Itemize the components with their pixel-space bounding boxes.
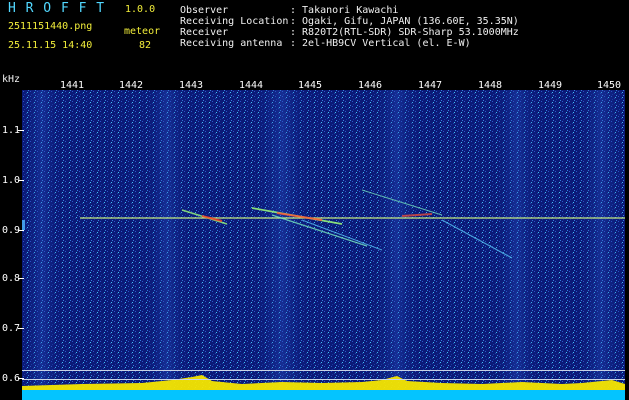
mode-label: meteor bbox=[124, 26, 161, 37]
observer-label: Observer bbox=[180, 5, 229, 16]
antenna-value: : 2el-HB9CV Vertical (el. E-W) bbox=[290, 38, 471, 49]
meteor-count: 82 bbox=[139, 40, 152, 51]
bottom-band bbox=[22, 390, 625, 400]
reference-line bbox=[22, 379, 625, 380]
y-tick-mark bbox=[18, 180, 24, 181]
app-version: 1.0.0 bbox=[125, 4, 156, 15]
receiver-label: Receiver bbox=[180, 27, 229, 38]
y-tick-mark bbox=[18, 278, 24, 279]
receiver-value: : R820T2(RTL-SDR) SDR-Sharp 53.1000MHz bbox=[290, 27, 519, 38]
header-panel: H R O F F T 1.0.0 2511151440.png meteor … bbox=[0, 0, 629, 78]
y-tick-mark bbox=[18, 378, 24, 379]
location-label: Receiving Location bbox=[180, 16, 289, 27]
location-value: : Ogaki, Gifu, JAPAN (136.60E, 35.35N) bbox=[290, 16, 519, 27]
file-name: 2511151440.png bbox=[8, 21, 93, 32]
y-tick-mark bbox=[18, 230, 24, 231]
timestamp: 25.11.15 14:40 bbox=[8, 40, 93, 51]
reference-line bbox=[22, 370, 625, 371]
spectrogram-svg bbox=[22, 90, 625, 390]
app-name: H R O F F T bbox=[8, 1, 106, 16]
y-unit-label: kHz bbox=[2, 74, 21, 85]
y-tick-mark bbox=[18, 130, 24, 131]
observer-value: : Takanori Kawachi bbox=[290, 5, 399, 16]
y-tick-mark bbox=[18, 328, 24, 329]
spectrogram-display bbox=[22, 90, 625, 390]
antenna-label: Receiving antenna bbox=[180, 38, 283, 49]
